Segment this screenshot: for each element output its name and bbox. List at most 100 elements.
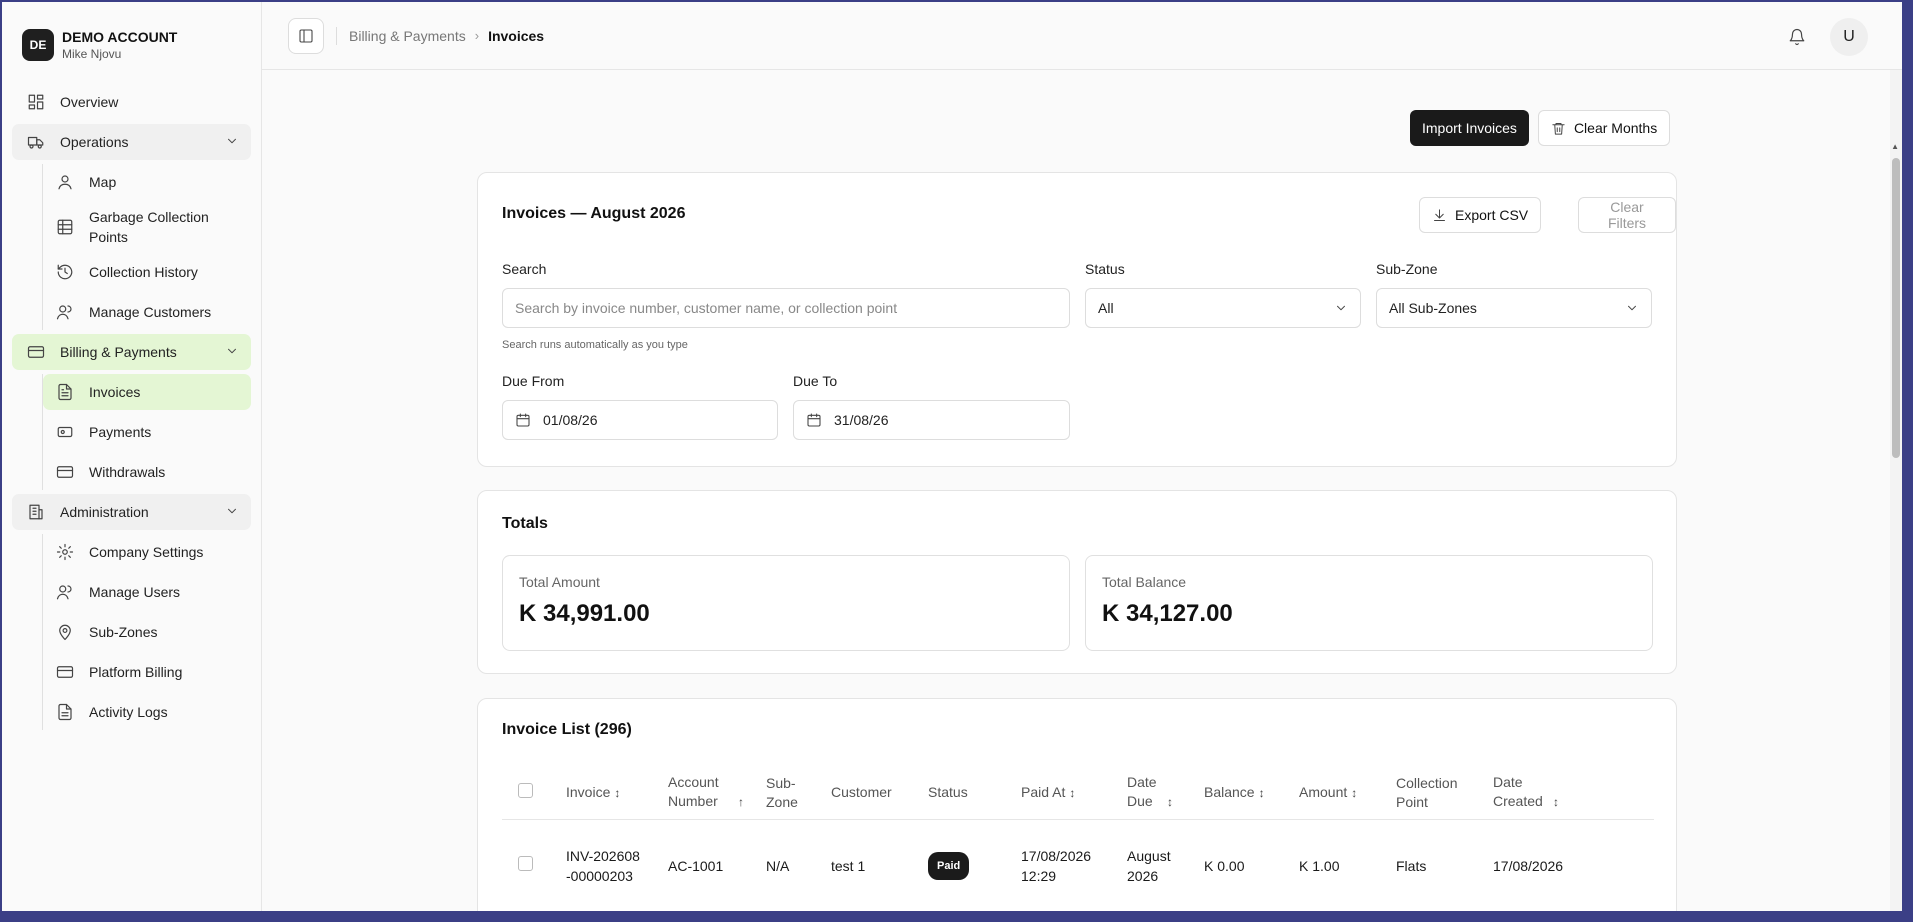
scrollbar[interactable]: ▲ [1890,70,1902,911]
breadcrumb-separator: › [474,28,480,43]
status-select[interactable]: All [1085,288,1361,328]
status-label: Status [1085,261,1125,277]
table-row[interactable]: INV-202608-00000203 AC-1001 N/A test 1 P… [502,819,1654,911]
credit-card-icon [55,662,75,682]
billing-submenu: Invoices Payments Withdrawals [42,374,251,490]
sidebar-group-administration[interactable]: Administration [12,494,251,530]
due-from-date-picker[interactable]: 01/08/26 [502,400,778,440]
sort-ascending-icon: ↑ [738,795,744,810]
filters-title: Invoices — August 2026 [502,205,686,222]
subzone-select[interactable]: All Sub-Zones [1376,288,1652,328]
sidebar-item-payments[interactable]: Payments [43,414,251,450]
import-invoices-button[interactable]: Import Invoices [1410,110,1529,146]
account-badge: DE [22,29,54,61]
row-checkbox[interactable] [518,856,533,871]
col-label: Amount [1299,783,1348,800]
due-to-date-picker[interactable]: 31/08/26 [793,400,1070,440]
wallet-icon [55,462,75,482]
cell-text: 17/08/2026 12:29 [1021,848,1092,884]
user-avatar[interactable]: U [1830,18,1868,56]
cell-account-number: AC-1001 [668,819,766,911]
col-balance[interactable]: Balance ↕ [1204,767,1299,820]
col-account-number[interactable]: Account Number ↑ [668,767,766,820]
scrollbar-thumb[interactable] [1892,158,1900,458]
breadcrumb-parent[interactable]: Billing & Payments [349,28,466,44]
sidebar-item-map[interactable]: Map [43,164,251,200]
sidebar-item-overview[interactable]: Overview [12,84,251,120]
chevron-down-icon [1334,301,1348,318]
notification-bell-icon[interactable] [1788,28,1806,51]
account-switcher[interactable]: DE DEMO ACCOUNT Mike Njovu [2,2,261,72]
main-area: Billing & Payments › Invoices U ▲ Import… [262,2,1902,911]
sidebar-item-manage-customers[interactable]: Manage Customers [43,294,251,330]
sidebar-item-label: Garbage Collection Points [89,209,209,245]
sidebar-item-withdrawals[interactable]: Withdrawals [43,454,251,490]
sidebar-group-operations[interactable]: Operations [12,124,251,160]
cell-status: Paid [928,819,1021,911]
subzone-select-value: All Sub-Zones [1389,300,1477,316]
administration-submenu: Company Settings Manage Users Sub-Zones [42,534,251,730]
top-bar: Billing & Payments › Invoices U [262,2,1902,70]
account-name: DEMO ACCOUNT [62,29,178,45]
col-customer: Customer [831,767,928,820]
sidebar-item-collection-history[interactable]: Collection History [43,254,251,290]
col-invoice[interactable]: Invoice ↕ [566,767,668,820]
sidebar-item-label: Company Settings [89,544,204,560]
sidebar-item-platform-billing[interactable]: Platform Billing [43,654,251,690]
account-user: Mike Njovu [62,47,122,61]
select-all-checkbox[interactable] [518,782,533,798]
total-balance-label: Total Balance [1102,574,1187,590]
total-amount-box: Total Amount K 34,991.00 [502,555,1070,651]
sidebar-group-label: Billing & Payments [60,344,177,360]
file-text-icon [55,382,75,402]
sidebar-item-label: Invoices [89,384,141,400]
sort-icon: ↕ [1553,795,1559,810]
sort-icon: ↕ [1167,795,1173,810]
sidebar-item-label: Manage Customers [89,304,212,320]
total-amount-label: Total Amount [519,574,600,590]
col-date-due[interactable]: Date Due ↕ [1127,767,1204,820]
col-date-created[interactable]: Date Created ↕ [1493,767,1654,820]
sidebar-item-label: Manage Users [89,584,181,600]
export-csv-button[interactable]: Export CSV [1419,197,1542,233]
sidebar-item-garbage-collection-points[interactable]: Garbage Collection Points [43,204,251,250]
clear-months-button[interactable]: Clear Months [1537,110,1671,146]
cell-sub-zone: N/A [766,819,831,911]
col-sub-zone: Sub-Zone [766,767,831,820]
gear-icon [55,542,75,562]
total-amount-value: K 34,991.00 [519,600,650,627]
col-label: Date Due [1127,774,1157,810]
panel-left-icon [299,28,313,43]
divider [336,26,337,45]
map-pin-icon [55,622,75,642]
sidebar-nav: Overview Operations Map Garbage Collecti… [2,72,261,730]
col-label: Balance [1204,783,1255,800]
sidebar-item-invoices[interactable]: Invoices [43,374,251,410]
col-amount[interactable]: Amount ↕ [1299,767,1396,820]
page-actions: Import Invoices Clear Months [1410,110,1671,146]
sidebar-group-label: Operations [60,134,129,150]
scroll-up-arrow[interactable]: ▲ [1891,142,1899,151]
trash-icon [1552,122,1565,135]
sidebar-item-manage-users[interactable]: Manage Users [43,574,251,610]
credit-card-icon [26,342,46,362]
users-icon [55,302,75,322]
col-label: Customer [831,784,892,801]
sidebar-item-sub-zones[interactable]: Sub-Zones [43,614,251,650]
col-paid-at[interactable]: Paid At ↕ [1021,767,1127,820]
sidebar-item-activity-logs[interactable]: Activity Logs [43,694,251,730]
sidebar-group-billing[interactable]: Billing & Payments [12,334,251,370]
col-label: Invoice [566,783,611,800]
col-label: Date Created [1493,774,1543,810]
search-input[interactable]: Search by invoice number, customer name,… [502,288,1070,328]
sidebar-toggle-button[interactable] [288,17,324,54]
clear-filters-button[interactable]: Clear Filters [1578,197,1676,233]
calendar-icon [516,413,530,427]
filters-card: Invoices — August 2026 Export CSV Clear … [477,172,1677,467]
file-text-icon [55,702,75,722]
dashboard-icon [26,92,46,112]
sidebar-item-company-settings[interactable]: Company Settings [43,534,251,570]
due-to-value: 31/08/26 [834,412,889,428]
status-select-value: All [1098,300,1114,316]
calendar-icon [807,413,821,427]
